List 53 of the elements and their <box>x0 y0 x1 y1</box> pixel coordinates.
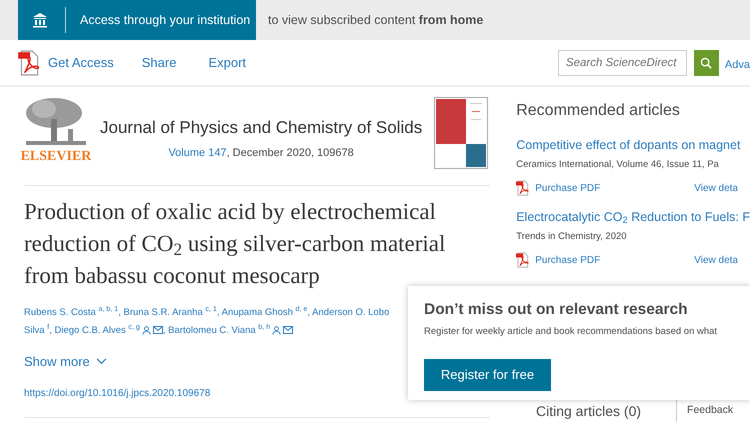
tree-engraving-drawing <box>24 97 88 147</box>
search-icon <box>700 56 712 68</box>
journal-cover-thumbnail[interactable] <box>434 97 488 169</box>
separator-comma: , <box>307 307 310 318</box>
article-source: Ceramics International, Volume 46, Issue 11, Pa <box>516 158 720 172</box>
envelope-icon[interactable] <box>283 326 294 334</box>
author-link[interactable]: Bruna S.R. Aranha $^{c, 1}$ <box>124 307 217 318</box>
search-button[interactable] <box>694 50 719 76</box>
purchase-pdf-link[interactable]: Purchase PDF <box>516 252 600 268</box>
toolbar-link[interactable]: Export <box>208 52 246 72</box>
chevron-down-icon <box>96 358 107 366</box>
pdf-icon <box>516 252 530 268</box>
recommended-heading: Recommended articles <box>516 101 681 121</box>
author-link[interactable]: Diego C.B. Alves $^{c, g}$ <box>54 325 140 336</box>
search-field[interactable]: Search ScienceDirect <box>558 50 687 76</box>
publisher-logo-text: ELSEVIER <box>20 149 92 165</box>
institution-access-button[interactable]: Access through your institution <box>18 0 256 40</box>
article-title: Production of oxalic acid by electrochemical reduction of CO$_{2}$ using silver-carbon material from babassu coconut mesocarp <box>24 198 446 290</box>
popup-heading: Don’t miss out on relevant research <box>424 300 689 320</box>
author-link[interactable]: Silva $^{f}$ <box>24 325 50 336</box>
doi-link[interactable]: https://doi.org/10.1016/j.jpcs.2020.109678 <box>24 386 210 400</box>
volume-link[interactable]: Volume 147 <box>168 144 227 161</box>
author-link[interactable]: Anderson O. Lobo <box>312 307 390 318</box>
author-link[interactable]: Rubens S. Costa $^{a, b, 1}$ <box>24 307 118 318</box>
view-details-link[interactable]: View deta <box>694 180 738 196</box>
advanced-search-link[interactable]: Adva <box>724 57 750 74</box>
recommended-article-link[interactable]: Competitive effect of dopants on magnet <box>516 136 750 155</box>
author-link[interactable]: Bartolomeu C. Viana $^{b, h}$ <box>168 325 270 336</box>
separator-comma: , <box>162 325 166 336</box>
separator-comma: , <box>118 307 121 318</box>
bank-icon <box>32 12 48 28</box>
register-button[interactable]: Register for free <box>424 358 551 390</box>
person-icon[interactable] <box>142 326 151 335</box>
author-link[interactable]: Anupama Ghosh $^{d, e}$ <box>222 307 308 318</box>
pdf-icon <box>18 50 40 76</box>
citing-articles-heading: Citing articles (0) <box>536 402 642 421</box>
envelope-icon[interactable] <box>152 326 163 334</box>
purchase-pdf-link[interactable]: Purchase PDF <box>516 180 600 196</box>
pdf-icon <box>516 180 530 196</box>
recommended-article-link[interactable]: Electrocatalytic CO$_{2}$ Reduction to Fuels: F <box>516 208 750 227</box>
banner-message: to view subscribed content from home <box>268 12 484 29</box>
feedback-tab[interactable]: Feedback <box>687 403 734 419</box>
issue-info: , December 2020, 109678 <box>226 146 354 160</box>
person-icon[interactable] <box>272 326 282 335</box>
article-source: Trends in Chemistry, 2020 <box>516 230 628 244</box>
popup-description: Register for weekly article and book recommendations based on what <box>424 325 718 340</box>
separator-comma: , <box>49 325 52 336</box>
view-details-link[interactable]: View deta <box>694 252 738 268</box>
show-more-button[interactable]: Show more <box>24 352 107 372</box>
journal-title[interactable]: Journal of Physics and Chemistry of Solids <box>100 115 422 140</box>
separator-comma: , <box>216 307 220 318</box>
get-access-link[interactable]: Get Access <box>18 50 114 76</box>
toolbar-link[interactable]: Share <box>142 52 176 72</box>
